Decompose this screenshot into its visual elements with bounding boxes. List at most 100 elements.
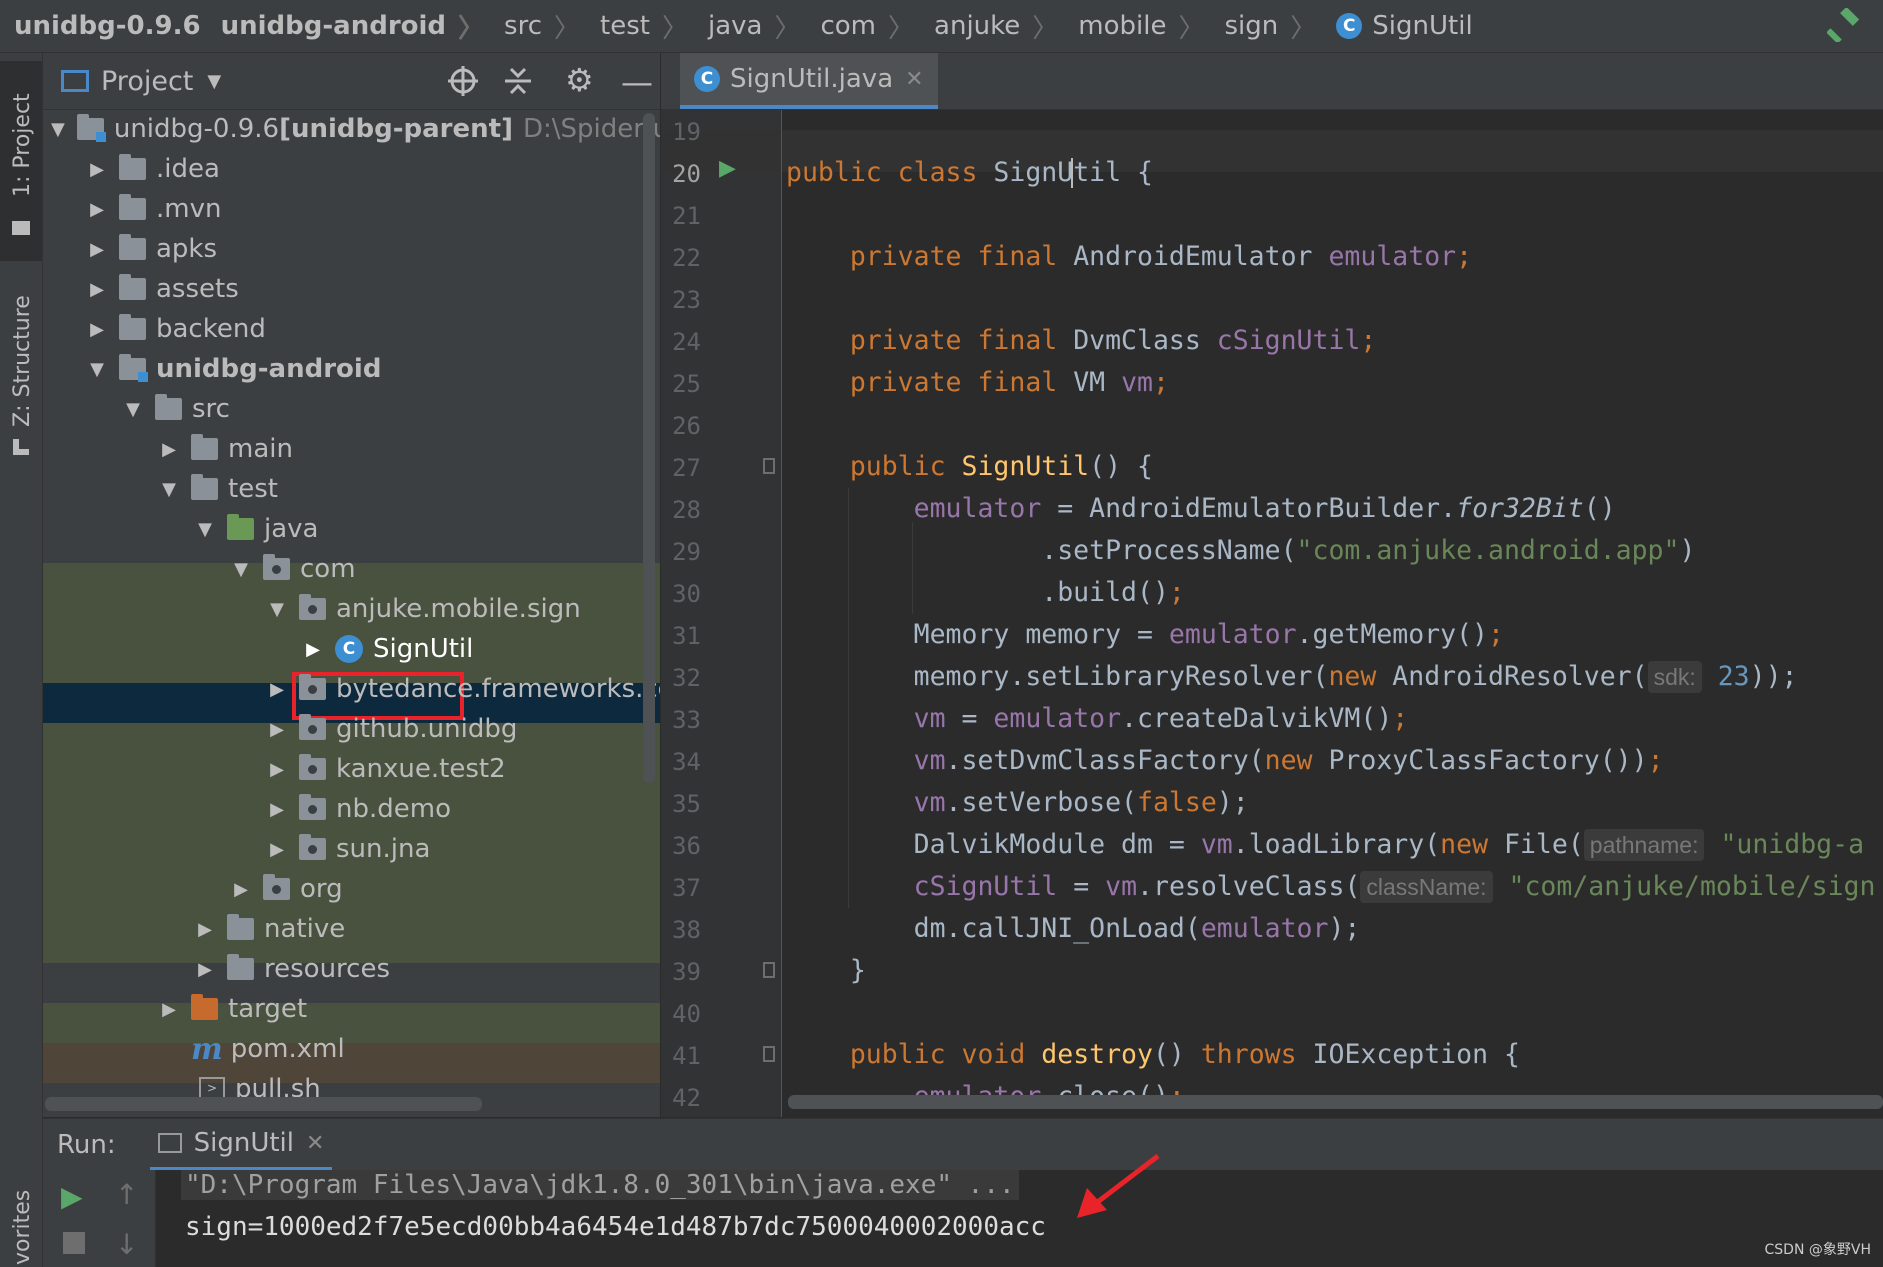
breadcrumb-sign[interactable]: sign 〉 [1211,8,1323,45]
breadcrumb-anjuke[interactable]: anjuke 〉 [920,8,1064,45]
tree-horizontal-scrollbar[interactable] [45,1097,482,1111]
arrow-down-icon[interactable]: ↓ [115,1228,138,1261]
run-gutter-icon[interactable]: ▶ [719,156,736,181]
collapsed-arrow-icon[interactable]: ▶ [195,919,215,940]
close-icon[interactable]: ✕ [905,67,923,92]
collapsed-arrow-icon[interactable]: ▶ [267,839,287,860]
collapsed-arrow-icon[interactable]: ▶ [267,719,287,740]
tree-row-main[interactable]: ▶ main [43,429,660,469]
collapsed-arrow-icon[interactable]: ▶ [267,759,287,780]
tree-row-pom[interactable]: m pom.xml [43,1029,660,1069]
collapsed-arrow-icon[interactable]: ▶ [87,199,107,220]
collapsed-arrow-icon[interactable]: ▶ [267,799,287,820]
tree-row-resources[interactable]: ▶ resources [43,949,660,989]
fold-marker-icon[interactable] [763,1046,775,1062]
locate-target-icon[interactable] [448,66,478,96]
package-icon [263,874,290,900]
code-editor[interactable]: public class SignUtil { private final An… [782,110,1883,1117]
line-number: 39 [672,958,701,986]
tree-row-bytedance[interactable]: ▶bytedance.frameworks.core. [43,669,660,709]
line-number: 23 [672,286,701,314]
tree-row-assets[interactable]: ▶ assets [43,269,660,309]
line-number: 38 [672,916,701,944]
minimize-icon[interactable]: — [621,63,653,101]
project-view-selector[interactable]: Project [101,66,193,97]
tree-row-mvn[interactable]: ▶ .mvn [43,189,660,229]
resources-folder-icon [227,954,254,980]
maven-icon: m [191,1031,223,1067]
tab-structure-toolwindow[interactable]: Z: Structure [0,293,42,473]
run-toolbar: ▶ ↑ ↓ [43,1170,156,1267]
expanded-arrow-icon[interactable]: ▼ [51,119,65,140]
fold-marker-icon[interactable] [763,962,775,978]
code-line: public void destroy() throws IOException… [786,1039,1520,1070]
tree-row-idea[interactable]: ▶ .idea [43,149,660,189]
line-number: 37 [672,874,701,902]
expanded-arrow-icon[interactable]: ▼ [87,359,107,380]
tab-signutil-java[interactable]: C SignUtil.java ✕ [680,53,938,109]
tree-row-anjuke-mobile-sign[interactable]: ▼ anjuke.mobile.sign [43,589,660,629]
tree-row-native[interactable]: ▶ native [43,909,660,949]
breadcrumb-module[interactable]: unidbg-android 〉 [207,8,490,45]
tree-row-src[interactable]: ▼ src [43,389,660,429]
expanded-arrow-icon[interactable]: ▼ [195,519,215,540]
fold-marker-icon[interactable] [763,458,775,474]
build-hammer-icon[interactable] [1827,8,1861,42]
tree-row-test[interactable]: ▼ test [43,469,660,509]
collapsed-arrow-icon[interactable]: ▶ [303,639,323,660]
tree-row-backend[interactable]: ▶ backend [43,309,660,349]
tree-row-com[interactable]: ▼ com [43,549,660,589]
code-line: private final VM vm; [786,367,1169,398]
tab-favorites-toolwindow[interactable]: vorites [0,1183,42,1267]
code-line: vm.setDvmClassFactory(new ProxyClassFact… [786,745,1664,776]
breadcrumb-com[interactable]: com 〉 [806,8,920,45]
tab-project-toolwindow[interactable]: 1: Project [0,61,42,261]
stop-icon[interactable] [63,1232,85,1254]
collapsed-arrow-icon[interactable]: ▶ [231,879,251,900]
editor-gutter: 19 20 21 22 23 24 25 26 27 28 29 30 31 32 33 34 35 36 37 38… [661,110,782,1117]
breadcrumb-mobile[interactable]: mobile 〉 [1064,8,1210,45]
expanded-arrow-icon[interactable]: ▼ [231,559,251,580]
tree-row-sun-jna[interactable]: ▶ sun.jna [43,829,660,869]
collapsed-arrow-icon[interactable]: ▶ [267,679,287,700]
collapsed-arrow-icon[interactable]: ▶ [159,439,179,460]
code-line: vm = emulator.createDalvikVM(); [786,703,1409,734]
tree-row-github-unidbg[interactable]: ▶ github.unidbg [43,709,660,749]
breadcrumb-class[interactable]: C SignUtil [1322,11,1478,41]
collapsed-arrow-icon[interactable]: ▶ [87,159,107,180]
tree-row-root[interactable]: ▼ unidbg-0.9.6 [unidbg-parent]D:\Spider\… [43,109,660,149]
collapsed-arrow-icon[interactable]: ▶ [87,319,107,340]
breadcrumb-test[interactable]: test 〉 [586,8,694,45]
tree-row-target[interactable]: ▶ target [43,989,660,1029]
package-icon [299,594,326,620]
tree-row-apks[interactable]: ▶ apks [43,229,660,269]
arrow-up-icon[interactable]: ↑ [115,1178,138,1211]
folder-icon [119,154,146,180]
expanded-arrow-icon[interactable]: ▼ [123,399,143,420]
tree-vertical-scrollbar[interactable] [643,113,655,783]
line-number: 35 [672,790,701,818]
breadcrumb-project[interactable]: unidbg-0.9.6 [0,11,207,41]
collapsed-arrow-icon[interactable]: ▶ [87,239,107,260]
tree-row-kanxue[interactable]: ▶ kanxue.test2 [43,749,660,789]
collapsed-arrow-icon[interactable]: ▶ [87,279,107,300]
editor-horizontal-scrollbar[interactable] [788,1095,1883,1109]
collapsed-arrow-icon[interactable]: ▶ [159,999,179,1020]
expanded-arrow-icon[interactable]: ▼ [267,599,287,620]
tree-row-unidbg-android[interactable]: ▼ unidbg-android [43,349,660,389]
gear-icon[interactable]: ⚙ [565,61,594,99]
chevron-down-icon[interactable]: ▼ [207,71,221,92]
rerun-icon[interactable]: ▶ [61,1180,83,1213]
tab-run-signutil[interactable]: SignUtil ✕ [149,1119,333,1171]
tree-row-java[interactable]: ▼ java [43,509,660,549]
breadcrumb-java[interactable]: java 〉 [694,8,807,45]
tree-row-org[interactable]: ▶ org [43,869,660,909]
collapsed-arrow-icon[interactable]: ▶ [195,959,215,980]
tree-row-nb-demo[interactable]: ▶ nb.demo [43,789,660,829]
breadcrumb-src[interactable]: src 〉 [490,8,586,45]
expanded-arrow-icon[interactable]: ▼ [159,479,179,500]
code-line: Memory memory = emulator.getMemory(); [786,619,1504,650]
close-icon[interactable]: ✕ [306,1131,324,1156]
tree-row-signutil[interactable]: ▶ C SignUtil [43,629,660,669]
collapse-all-icon[interactable] [503,66,533,96]
